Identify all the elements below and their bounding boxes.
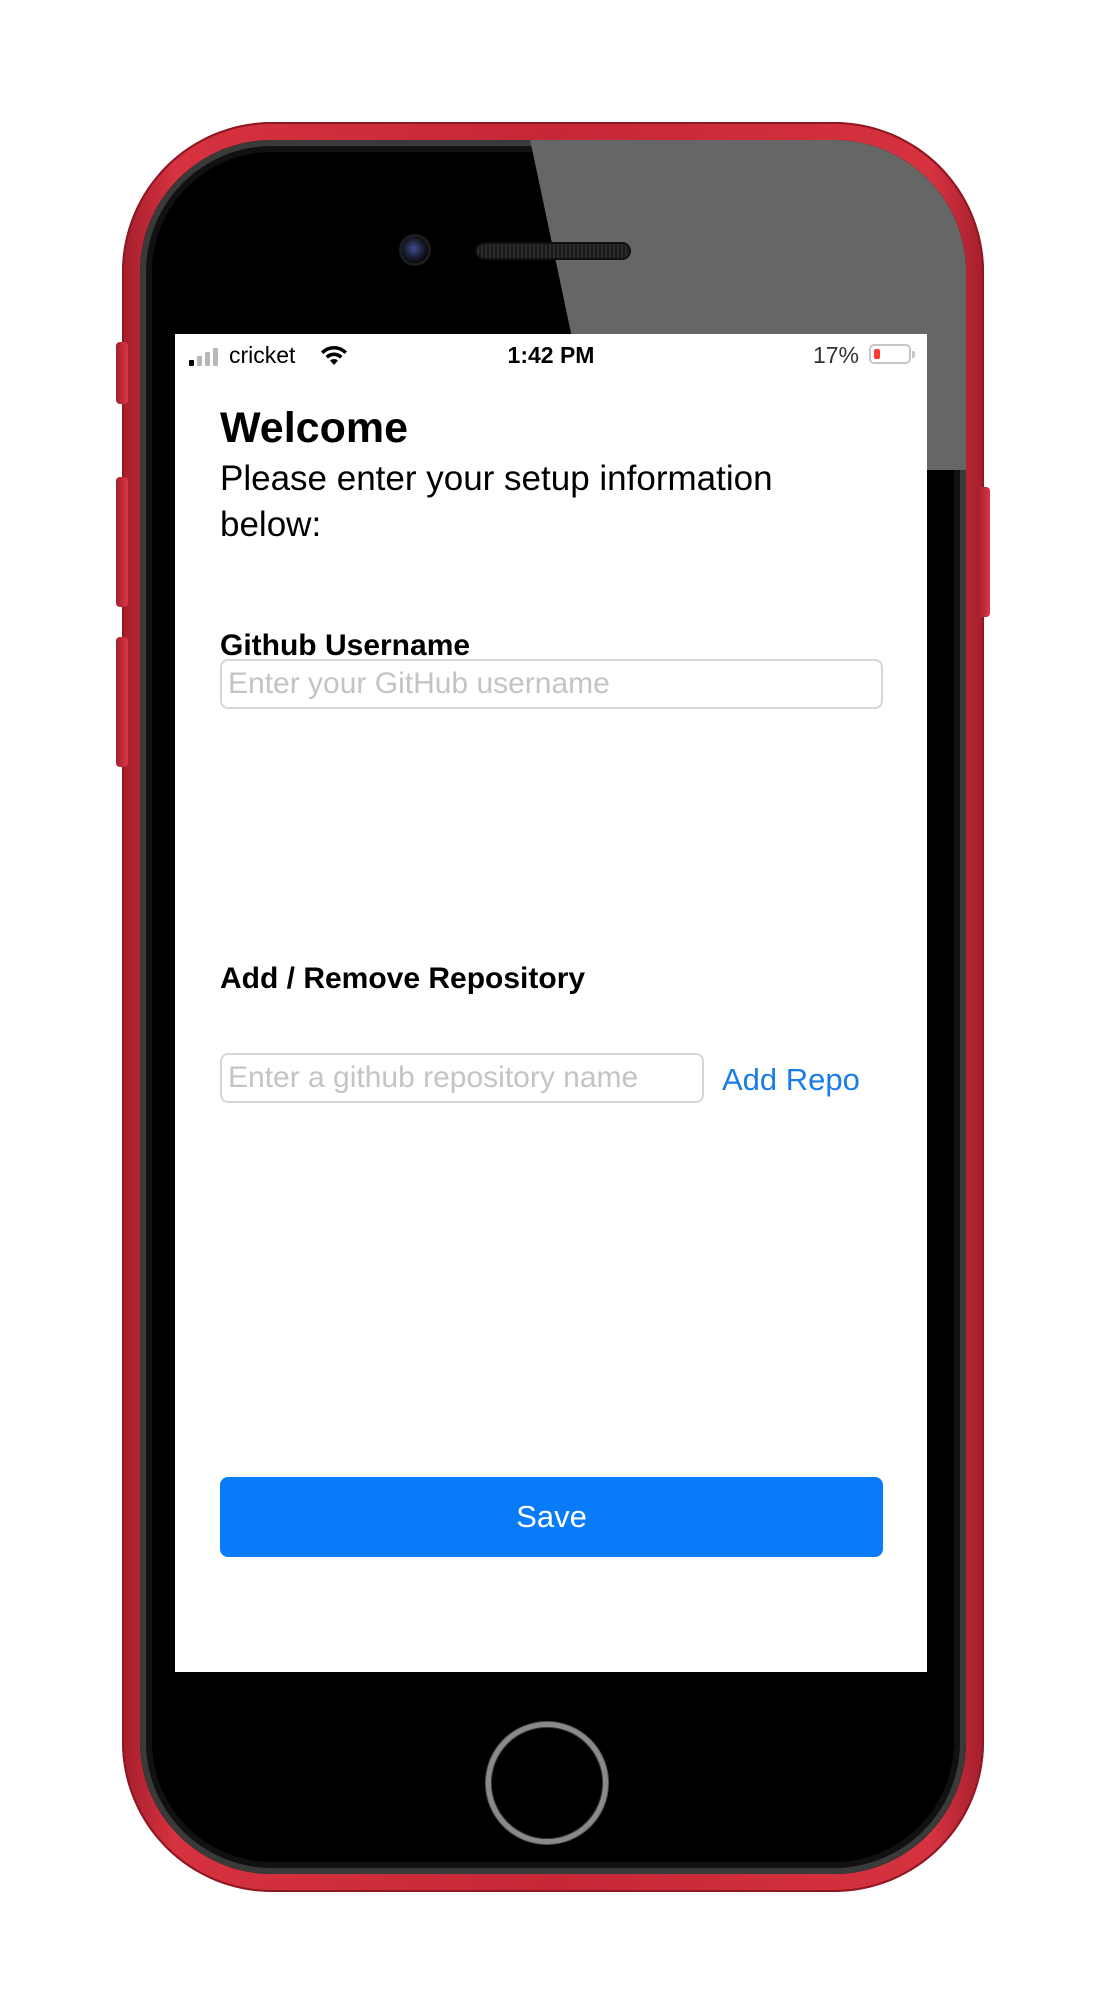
repository-name-input[interactable] xyxy=(220,1053,704,1103)
volume-up-button xyxy=(116,477,128,607)
earpiece-speaker xyxy=(477,244,629,258)
battery-icon xyxy=(869,344,915,364)
front-camera-icon xyxy=(402,237,428,263)
status-bar: cricket 1:42 PM 17% xyxy=(175,334,927,376)
github-username-input[interactable] xyxy=(220,659,883,709)
silent-switch xyxy=(116,342,128,404)
repository-label: Add / Remove Repository xyxy=(220,962,586,995)
save-button[interactable]: Save xyxy=(220,1477,883,1557)
home-button[interactable] xyxy=(486,1722,608,1844)
battery-level-fill xyxy=(874,349,880,359)
add-repo-button[interactable]: Add Repo xyxy=(722,1062,860,1098)
page-subtitle: Please enter your setup information belo… xyxy=(220,459,773,544)
volume-down-button xyxy=(116,637,128,767)
app-screen: cricket 1:42 PM 17% Welcome Please enter… xyxy=(175,334,927,1672)
github-username-label: Github Username xyxy=(220,629,471,662)
battery-percentage: 17% xyxy=(812,342,859,368)
power-button xyxy=(978,487,990,617)
page-title: Welcome xyxy=(220,404,408,452)
